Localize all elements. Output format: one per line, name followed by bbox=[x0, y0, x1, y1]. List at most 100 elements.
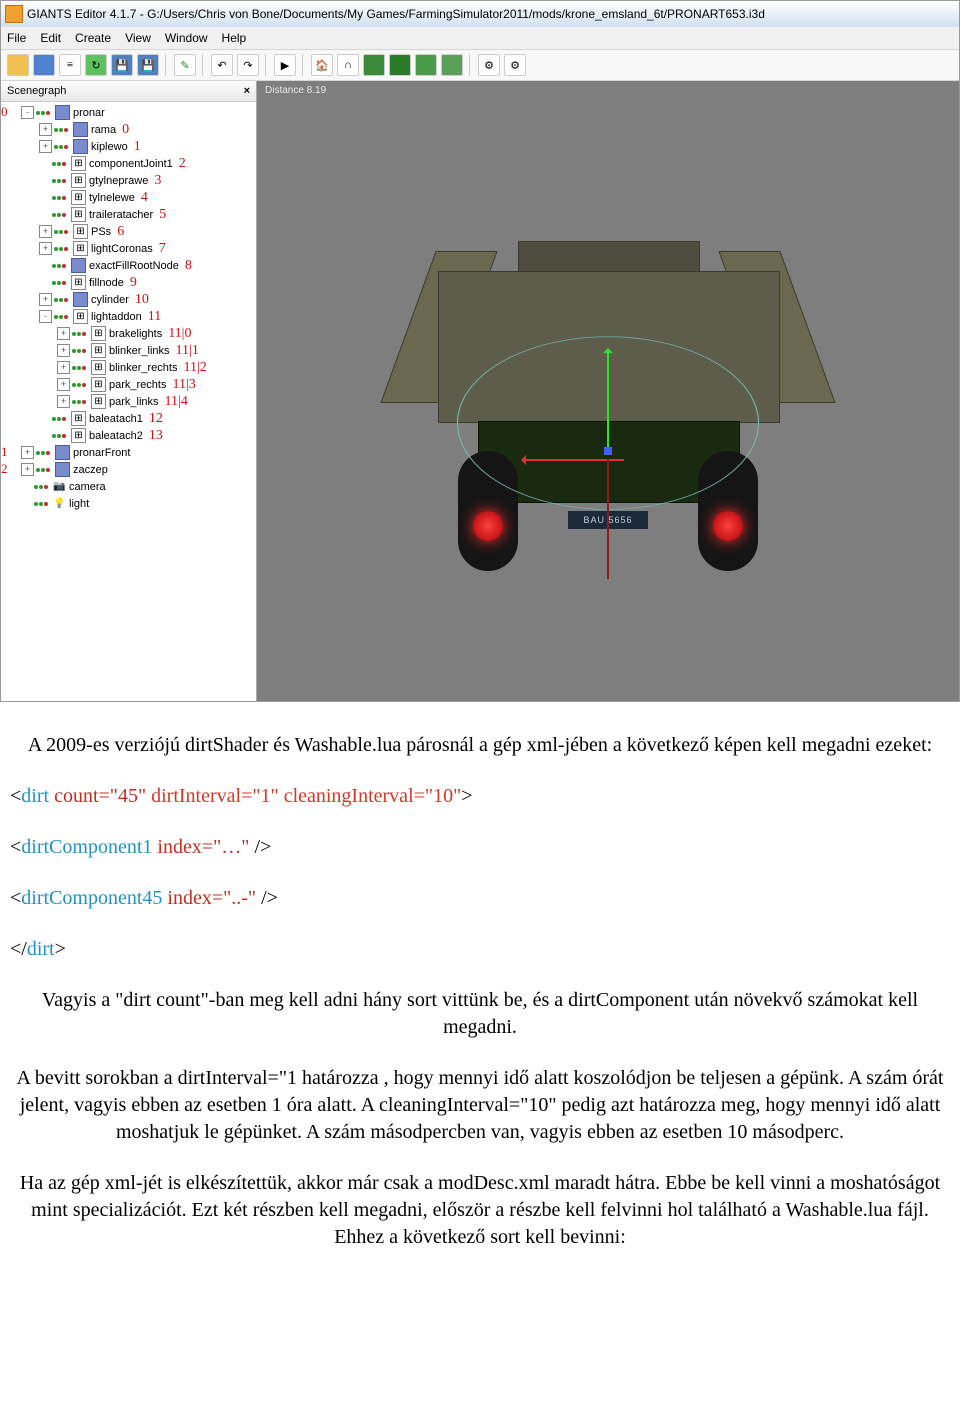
tree-node[interactable]: exactFillRootNode8 bbox=[3, 257, 256, 274]
tree-label: kiplewo bbox=[91, 141, 128, 153]
tree-label: PSs bbox=[91, 226, 111, 238]
article-p3: A bevitt sorokban a dirtInterval="1 hatá… bbox=[10, 1065, 950, 1146]
tree-expander-icon[interactable]: + bbox=[39, 123, 52, 136]
tree-node[interactable]: +⊞park_rechts11|3 bbox=[3, 376, 256, 393]
tree-node[interactable]: ⊞gtylneprawe3 bbox=[3, 172, 256, 189]
tb-play-icon[interactable]: ▶ bbox=[274, 54, 296, 76]
tree-node[interactable]: +cylinder10 bbox=[3, 291, 256, 308]
tree-expander-icon[interactable]: + bbox=[57, 378, 70, 391]
tree-expander-icon[interactable]: + bbox=[21, 446, 34, 459]
tree-node[interactable]: + ⊞blinker_rechts 11|2 bbox=[3, 359, 256, 376]
node-status-dots-icon bbox=[54, 298, 68, 302]
tree-node[interactable]: +⊞blinker_links11|1 bbox=[3, 342, 256, 359]
tree-node[interactable]: -pronar bbox=[3, 104, 256, 121]
node-status-dots-icon bbox=[54, 128, 68, 132]
tb-terrain1-icon[interactable] bbox=[363, 54, 385, 76]
menu-view[interactable]: View bbox=[125, 31, 151, 45]
tb-saveas-icon[interactable]: 💾 bbox=[137, 54, 159, 76]
xml-line-1: <dirt count="45" dirtInterval="1" cleani… bbox=[10, 783, 950, 810]
tb-terrain3-icon[interactable] bbox=[415, 54, 437, 76]
tree-expander-icon[interactable]: - bbox=[39, 310, 52, 323]
tree-expander-icon[interactable]: + bbox=[39, 293, 52, 306]
scenegraph-tree[interactable]: 0 1 2 -pronar+rama0+kiplewo1⊞componentJo… bbox=[1, 102, 256, 701]
tree-node[interactable]: +zaczep bbox=[3, 461, 256, 478]
tree-node[interactable]: ⊞baleatach112 bbox=[3, 410, 256, 427]
group-icon: ⊞ bbox=[73, 224, 88, 239]
tree-label: blinker_rechts bbox=[109, 362, 177, 374]
menu-file[interactable]: File bbox=[7, 31, 26, 45]
tb-undo-icon[interactable]: ↶ bbox=[211, 54, 233, 76]
tree-expander-icon[interactable]: + bbox=[21, 463, 34, 476]
tb-house-icon[interactable]: 🏠 bbox=[311, 54, 333, 76]
tree-node[interactable]: + kiplewo 1 bbox=[3, 138, 256, 155]
tree-expander-icon[interactable]: + bbox=[39, 140, 52, 153]
tb-list-icon[interactable]: ≡ bbox=[59, 54, 81, 76]
tree-expander-icon[interactable]: + bbox=[39, 225, 52, 238]
menu-window[interactable]: Window bbox=[165, 31, 208, 45]
node-status-dots-icon bbox=[36, 451, 50, 455]
node-status-dots-icon bbox=[72, 400, 86, 404]
panel-title: Scenegraph bbox=[7, 85, 66, 97]
tb-gear1-icon[interactable]: ⚙ bbox=[478, 54, 500, 76]
tree-node[interactable]: ⊞traileratacher5 bbox=[3, 206, 256, 223]
node-status-dots-icon bbox=[72, 366, 86, 370]
tb-reload-icon[interactable]: ↻ bbox=[85, 54, 107, 76]
tree-expander-icon[interactable]: + bbox=[57, 395, 70, 408]
tree-node[interactable]: +pronarFront bbox=[3, 444, 256, 461]
tree-node[interactable]: +⊞brakelights11|0 bbox=[3, 325, 256, 342]
tree-annotation: 3 bbox=[154, 173, 161, 189]
tree-expander-icon[interactable]: - bbox=[21, 106, 34, 119]
tree-annotation: 11|2 bbox=[183, 360, 206, 376]
viewport-3d[interactable]: Distance 8.19 BAU 5656 bbox=[257, 81, 959, 701]
tree-node[interactable]: ⊞fillnode9 bbox=[3, 274, 256, 291]
cube-icon bbox=[55, 462, 70, 477]
tree-node[interactable]: +⊞lightCoronas7 bbox=[3, 240, 256, 257]
tb-terrain4-icon[interactable] bbox=[441, 54, 463, 76]
titlebar-path: G:/Users/Chris von Bone/Documents/My Gam… bbox=[147, 7, 765, 21]
tb-save-icon[interactable]: 💾 bbox=[111, 54, 133, 76]
xml-line-2: <dirtComponent1 index="…" /> bbox=[10, 834, 950, 861]
titlebar[interactable]: GIANTS Editor 4.1.7 - G:/Users/Chris von… bbox=[1, 1, 959, 27]
cube-icon bbox=[73, 122, 88, 137]
tree-node[interactable]: +⊞park_links11|4 bbox=[3, 393, 256, 410]
menu-create[interactable]: Create bbox=[75, 31, 111, 45]
tb-open-icon[interactable] bbox=[33, 54, 55, 76]
tree-node[interactable]: 💡light bbox=[3, 495, 256, 512]
tree-expander-icon[interactable]: + bbox=[57, 344, 70, 357]
tree-label: exactFillRootNode bbox=[89, 260, 179, 272]
tree-expander-icon[interactable]: + bbox=[57, 327, 70, 340]
menu-edit[interactable]: Edit bbox=[40, 31, 61, 45]
tb-gear2-icon[interactable]: ⚙ bbox=[504, 54, 526, 76]
tail-light-left bbox=[473, 511, 503, 541]
tree-node[interactable]: ⊞tylnelewe4 bbox=[3, 189, 256, 206]
cube-icon bbox=[55, 105, 70, 120]
gizmo-x-axis-icon[interactable] bbox=[524, 459, 624, 461]
tb-script-icon[interactable]: ✎ bbox=[174, 54, 196, 76]
tree-annotation: 1 bbox=[134, 139, 141, 155]
tree-node[interactable]: +⊞PSs6 bbox=[3, 223, 256, 240]
group-icon: ⊞ bbox=[71, 190, 86, 205]
cube-icon bbox=[71, 258, 86, 273]
menu-help[interactable]: Help bbox=[222, 31, 247, 45]
panel-header[interactable]: Scenegraph × bbox=[1, 81, 256, 102]
tree-node[interactable]: -⊞lightaddon11 bbox=[3, 308, 256, 325]
tb-redo-icon[interactable]: ↷ bbox=[237, 54, 259, 76]
node-status-dots-icon bbox=[54, 315, 68, 319]
group-icon: ⊞ bbox=[91, 360, 106, 375]
tb-terrain2-icon[interactable] bbox=[389, 54, 411, 76]
node-status-dots-icon bbox=[52, 434, 66, 438]
viewport-distance-label: Distance 8.19 bbox=[265, 85, 326, 96]
tree-expander-icon[interactable]: + bbox=[39, 242, 52, 255]
node-status-dots-icon bbox=[52, 213, 66, 217]
tb-magnet-icon[interactable]: ∩ bbox=[337, 54, 359, 76]
gizmo-z-axis-icon[interactable] bbox=[604, 447, 612, 455]
tree-node[interactable]: 📷camera bbox=[3, 478, 256, 495]
tree-expander-icon[interactable]: + bbox=[57, 361, 70, 374]
tree-node[interactable]: ⊞baleatach213 bbox=[3, 427, 256, 444]
root-anno-2: 2 bbox=[1, 461, 8, 477]
gizmo-y-axis-icon[interactable] bbox=[607, 351, 609, 451]
tree-node[interactable]: ⊞componentJoint12 bbox=[3, 155, 256, 172]
tb-new-icon[interactable] bbox=[7, 54, 29, 76]
tree-node[interactable]: +rama0 bbox=[3, 121, 256, 138]
panel-close-icon[interactable]: × bbox=[244, 85, 250, 97]
